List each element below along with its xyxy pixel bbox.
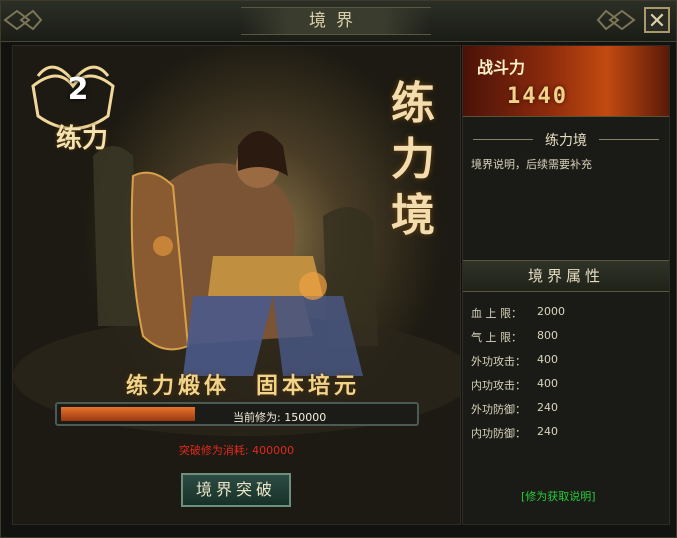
level-badge-number: 2 [67,72,89,107]
realm-info-panel: 战斗力 1440 练力境 境界说明，后续需要补充 境界属性 血 上 限： 200… [462,45,670,525]
realm-title: 练力境 [391,78,435,241]
attribute-value: 2000 [537,305,565,318]
title-bar: 境界 ✕ [1,1,676,42]
progress-label: 当前修为: 150000 [233,411,327,424]
level-badge-label: 练力 [55,124,108,154]
attribute-label: 外功防御： [471,403,526,416]
close-icon[interactable]: ✕ [644,7,670,34]
attributes-header: 境界属性 [463,260,669,292]
attribute-value: 240 [537,401,558,414]
combat-power-label: 战斗力 [477,58,526,77]
attribute-value: 240 [537,425,558,438]
combat-power-banner: 战斗力 1440 [463,46,669,117]
attribute-value: 400 [537,353,558,366]
divider [599,139,659,140]
cultivation-help-link[interactable]: [修为获取说明] [521,488,596,504]
breakthrough-button[interactable]: 境界突破 [181,473,291,507]
corner-ornament-icon [3,9,43,31]
realm-slogan: 练力煅体 固本培元 [125,373,360,399]
realm-window: 境界 ✕ 2 练力 练力境 练力煅体 固本培元 当前修为: 150000 突破修… [0,0,677,538]
combat-power-value: 1440 [507,84,568,109]
realm-description: 境界说明，后续需要补充 [471,158,592,171]
realm-hero-panel: 2 练力 练力境 练力煅体 固本培元 当前修为: 150000 突破修为消耗: … [12,45,461,525]
attribute-label: 外功攻击： [471,355,526,368]
breakthrough-cost: 突破修为消耗: 400000 [178,444,295,457]
attribute-value: 800 [537,329,558,342]
attribute-label: 气 上 限： [471,331,522,344]
cultivation-progress-bar: 当前修为: 150000 [55,402,419,426]
attribute-label: 血 上 限： [471,307,522,320]
realm-name: 练力境 [545,133,587,149]
corner-ornament-icon [596,9,636,31]
progress-fill [61,407,195,421]
attribute-value: 400 [537,377,558,390]
attribute-label: 内功攻击： [471,379,526,392]
window-title: 境界 [241,7,431,35]
attribute-label: 内功防御： [471,427,526,440]
